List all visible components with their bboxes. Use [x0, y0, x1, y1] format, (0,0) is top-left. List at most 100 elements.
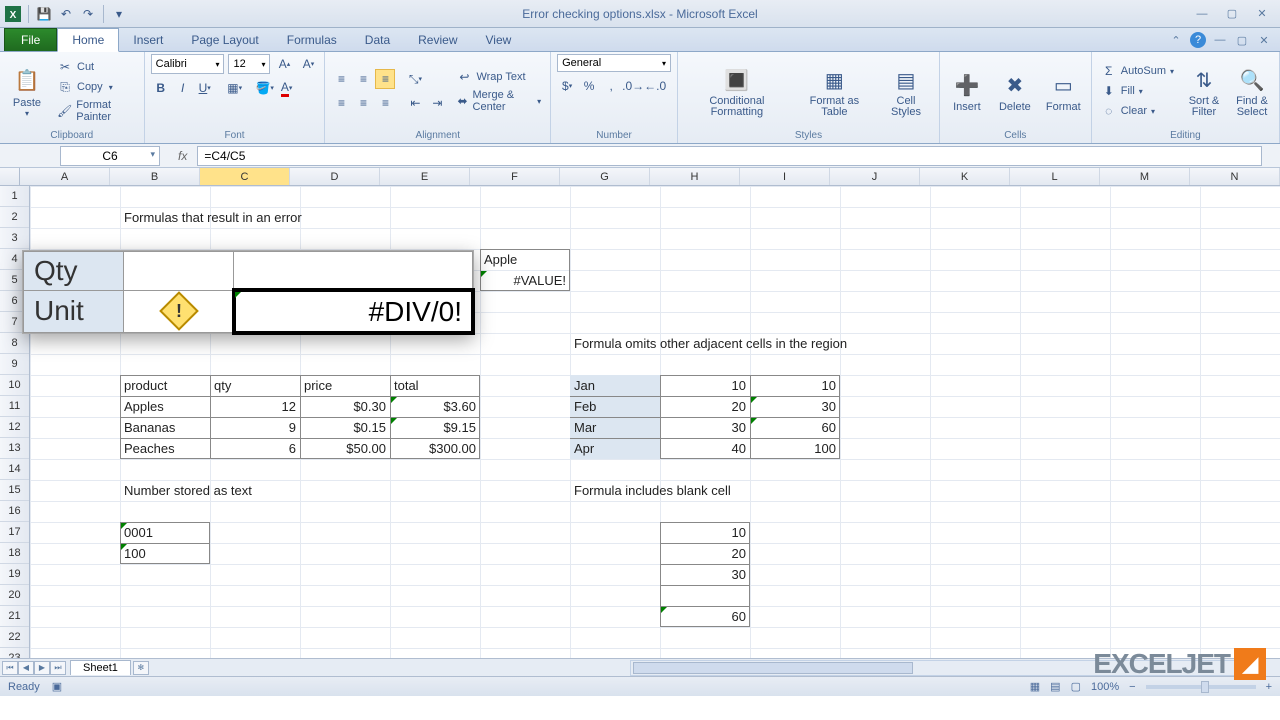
cell-D10[interactable]: price — [300, 375, 390, 396]
column-header-H[interactable]: H — [650, 168, 740, 185]
format-painter-button[interactable]: 🖌Format Painter — [54, 98, 138, 124]
column-header-J[interactable]: J — [830, 168, 920, 185]
fill-color-button[interactable]: 🪣▾ — [255, 78, 275, 98]
column-header-N[interactable]: N — [1190, 168, 1280, 185]
row-header-16[interactable]: 16 — [0, 501, 29, 522]
increase-indent-icon[interactable]: ⇥ — [427, 93, 447, 113]
currency-icon[interactable]: $▾ — [557, 76, 577, 96]
cell-I13[interactable]: 100 — [750, 438, 840, 459]
cell-I12[interactable]: 60 — [750, 417, 840, 438]
decrease-decimal-icon[interactable]: ←.0 — [645, 76, 665, 96]
cell-H13[interactable]: 40 — [660, 438, 750, 459]
column-header-G[interactable]: G — [560, 168, 650, 185]
find-select-button[interactable]: 🔍Find & Select — [1231, 62, 1273, 120]
row-header-19[interactable]: 19 — [0, 564, 29, 585]
paste-button[interactable]: 📋 Paste ▾ — [6, 63, 48, 120]
copy-button[interactable]: ⎘Copy▾ — [54, 78, 138, 96]
workbook-restore-icon[interactable]: ▢ — [1234, 32, 1250, 48]
view-layout-icon[interactable]: ▤ — [1050, 680, 1060, 693]
cell-G8[interactable]: Formula omits other adjacent cells in th… — [570, 333, 1020, 354]
sheet-nav-next[interactable]: ▶ — [34, 661, 50, 675]
column-header-M[interactable]: M — [1100, 168, 1190, 185]
cell-I10[interactable]: 10 — [750, 375, 840, 396]
decrease-indent-icon[interactable]: ⇤ — [405, 93, 425, 113]
cell-E11[interactable]: $3.60 — [390, 396, 480, 417]
format-cells-button[interactable]: ▭Format — [1042, 67, 1085, 115]
select-all-corner[interactable] — [0, 168, 20, 185]
column-header-A[interactable]: A — [20, 168, 110, 185]
zoom-in-button[interactable]: + — [1266, 681, 1272, 693]
align-middle-icon[interactable]: ≡ — [353, 69, 373, 89]
clear-button[interactable]: ◌Clear▾ — [1098, 102, 1177, 120]
tab-view[interactable]: View — [472, 29, 526, 51]
percent-icon[interactable]: % — [579, 76, 599, 96]
row-header-10[interactable]: 10 — [0, 375, 29, 396]
sheet-tab-sheet1[interactable]: Sheet1 — [70, 660, 131, 675]
cell-C11[interactable]: 12 — [210, 396, 300, 417]
row-header-15[interactable]: 15 — [0, 480, 29, 501]
sheet-nav-last[interactable]: ⏭ — [50, 661, 66, 675]
borders-button[interactable]: ▦▾ — [225, 78, 245, 98]
cell-H10[interactable]: 10 — [660, 375, 750, 396]
fill-button[interactable]: ⬇Fill▾ — [1098, 82, 1177, 100]
autosum-button[interactable]: ΣAutoSum▾ — [1098, 62, 1177, 80]
row-header-8[interactable]: 8 — [0, 333, 29, 354]
column-header-I[interactable]: I — [740, 168, 830, 185]
font-color-button[interactable]: A▾ — [277, 78, 297, 98]
cell-C12[interactable]: 9 — [210, 417, 300, 438]
row-header-20[interactable]: 20 — [0, 585, 29, 606]
cell-D13[interactable]: $50.00 — [300, 438, 390, 459]
cell-H18[interactable]: 20 — [660, 543, 750, 564]
tab-insert[interactable]: Insert — [119, 29, 177, 51]
cell-B13[interactable]: Peaches — [120, 438, 210, 459]
cell-H19[interactable]: 30 — [660, 564, 750, 585]
row-header-9[interactable]: 9 — [0, 354, 29, 375]
increase-font-icon[interactable]: A▴ — [274, 54, 294, 74]
cell-styles-button[interactable]: ▤Cell Styles — [879, 62, 933, 120]
column-header-K[interactable]: K — [920, 168, 1010, 185]
delete-cells-button[interactable]: ✖Delete — [994, 67, 1036, 115]
sheet-nav-prev[interactable]: ◀ — [18, 661, 34, 675]
column-header-C[interactable]: C — [200, 168, 290, 185]
view-break-icon[interactable]: ▢ — [1071, 680, 1081, 693]
column-header-L[interactable]: L — [1010, 168, 1100, 185]
workbook-minimize-icon[interactable]: — — [1212, 32, 1228, 48]
cell-H11[interactable]: 20 — [660, 396, 750, 417]
zoom-level[interactable]: 100% — [1091, 681, 1119, 693]
row-header-13[interactable]: 13 — [0, 438, 29, 459]
cell-C13[interactable]: 6 — [210, 438, 300, 459]
cell-D12[interactable]: $0.15 — [300, 417, 390, 438]
column-header-F[interactable]: F — [470, 168, 560, 185]
ribbon-minimize-icon[interactable]: ⌃ — [1168, 32, 1184, 48]
cut-button[interactable]: ✂Cut — [54, 58, 138, 76]
tab-review[interactable]: Review — [404, 29, 471, 51]
cell-H12[interactable]: 30 — [660, 417, 750, 438]
decrease-font-icon[interactable]: A▾ — [298, 54, 318, 74]
tab-formulas[interactable]: Formulas — [273, 29, 351, 51]
row-header-23[interactable]: 23 — [0, 648, 29, 658]
zoom-out-button[interactable]: − — [1129, 681, 1135, 693]
cell-G10[interactable]: Jan — [570, 375, 660, 396]
redo-icon[interactable]: ↷ — [79, 5, 97, 23]
tab-home[interactable]: Home — [57, 28, 119, 52]
cell-B2[interactable]: Formulas that result in an error — [120, 207, 480, 228]
tab-page-layout[interactable]: Page Layout — [177, 29, 272, 51]
italic-button[interactable]: I — [173, 78, 193, 98]
excel-icon[interactable]: X — [4, 5, 22, 23]
wrap-text-button[interactable]: ↩Wrap Text — [453, 68, 544, 86]
row-header-14[interactable]: 14 — [0, 459, 29, 480]
align-center-icon[interactable]: ≡ — [353, 93, 373, 113]
row-header-17[interactable]: 17 — [0, 522, 29, 543]
cell-E10[interactable]: total — [390, 375, 480, 396]
cell-B11[interactable]: Apples — [120, 396, 210, 417]
orientation-icon[interactable]: ⤡▾ — [405, 69, 425, 89]
number-format-combo[interactable]: General▾ — [557, 54, 671, 72]
name-box[interactable]: C6 — [60, 146, 160, 166]
font-size-combo[interactable]: 12▾ — [228, 54, 270, 74]
tab-data[interactable]: Data — [351, 29, 404, 51]
row-header-11[interactable]: 11 — [0, 396, 29, 417]
cell-G11[interactable]: Feb — [570, 396, 660, 417]
cell-C10[interactable]: qty — [210, 375, 300, 396]
undo-icon[interactable]: ↶ — [57, 5, 75, 23]
align-top-icon[interactable]: ≡ — [331, 69, 351, 89]
